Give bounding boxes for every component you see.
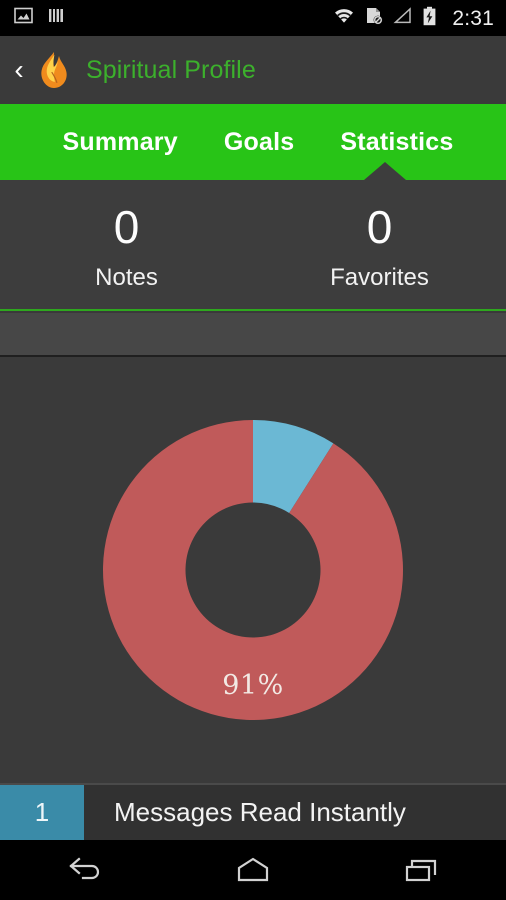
statistics-chart-area: 91% xyxy=(0,359,506,781)
page-title: Spiritual Profile xyxy=(86,55,256,84)
back-button[interactable]: ‹ xyxy=(6,36,32,104)
barcode-icon xyxy=(47,6,66,30)
flame-icon xyxy=(34,48,74,92)
counter-favorites-value: 0 xyxy=(366,200,393,253)
active-tab-indicator-icon xyxy=(364,162,406,180)
tab-summary[interactable]: Summary xyxy=(63,128,178,157)
list-item[interactable]: 1 Messages Read Instantly xyxy=(0,783,506,840)
list-item-title: Messages Read Instantly xyxy=(114,797,406,827)
list-item-badge: 1 xyxy=(0,785,84,840)
wifi-icon xyxy=(332,6,356,30)
recents-nav-icon[interactable] xyxy=(337,840,506,900)
battery-charging-icon xyxy=(422,6,437,31)
phone-screen: 2:31 ‹ Spiritual Profile Summary Goals S… xyxy=(0,0,506,900)
back-nav-icon[interactable] xyxy=(0,840,169,900)
status-bar-notifications xyxy=(14,6,66,30)
counter-notes[interactable]: 0 Notes xyxy=(0,180,253,309)
tab-bar: Summary Goals Statistics xyxy=(0,104,506,180)
action-bar: ‹ Spiritual Profile xyxy=(0,36,506,104)
sd-card-disabled-icon xyxy=(365,6,383,30)
counter-favorites-label: Favorites xyxy=(330,263,429,291)
home-nav-icon[interactable] xyxy=(169,840,338,900)
status-bar-clock: 2:31 xyxy=(452,6,494,30)
status-bar: 2:31 xyxy=(0,0,506,36)
summary-counters: 0 Notes 0 Favorites xyxy=(0,180,506,311)
image-icon xyxy=(14,6,33,30)
tab-statistics[interactable]: Statistics xyxy=(340,128,453,157)
counter-favorites[interactable]: 0 Favorites xyxy=(253,180,506,309)
cell-signal-icon xyxy=(392,6,413,30)
donut-slice-label: 91% xyxy=(222,670,284,701)
counter-notes-value: 0 xyxy=(113,200,140,253)
status-bar-system-icons: 2:31 xyxy=(332,6,494,31)
donut-chart[interactable]: 91% xyxy=(100,417,406,723)
counter-notes-label: Notes xyxy=(95,263,158,291)
system-nav-bar xyxy=(0,840,506,900)
section-divider-band xyxy=(0,313,506,357)
tab-goals[interactable]: Goals xyxy=(224,128,294,157)
